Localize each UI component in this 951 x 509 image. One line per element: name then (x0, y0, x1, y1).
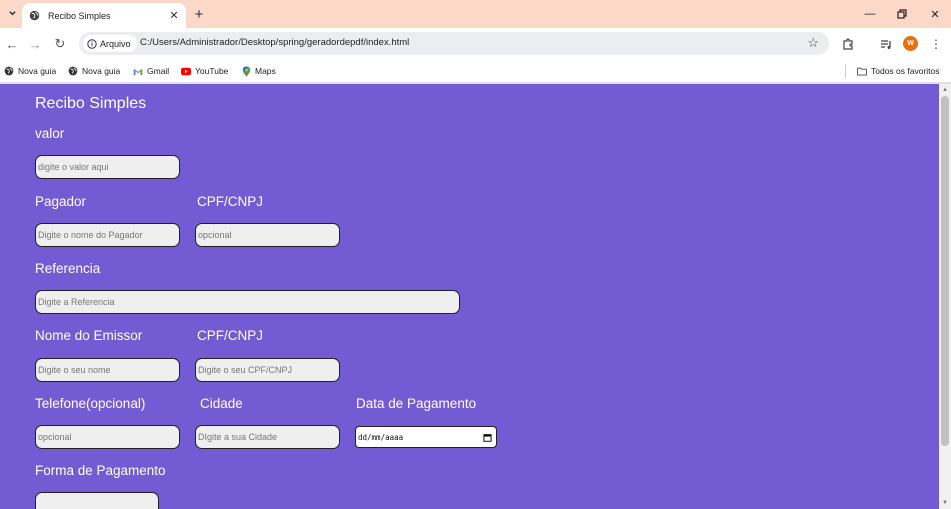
scroll-up-icon[interactable]: ▲ (941, 86, 949, 94)
restore-icon[interactable] (892, 5, 912, 23)
reload-icon[interactable]: ↻ (50, 34, 70, 54)
bookmark-label: Nova guia (82, 66, 121, 76)
gmail-icon (133, 66, 143, 76)
cidade-label: Cidade (200, 396, 243, 411)
toolbar: ← → ↻ Arquivo C:/Users/Administrador/Des… (0, 28, 951, 59)
page-scrollbar[interactable]: ▲ ▼ (939, 84, 951, 509)
pagador-input[interactable] (35, 223, 180, 247)
data-pagamento-label: Data de Pagamento (356, 396, 477, 411)
referencia-input[interactable] (35, 290, 460, 314)
youtube-icon (181, 66, 191, 76)
maps-icon (241, 65, 251, 77)
forma-pagamento-label: Forma de Pagamento (35, 463, 166, 478)
menu-kebab-icon[interactable]: ⋮ (926, 34, 946, 54)
tab-title: Recibo Simples (48, 10, 111, 21)
bookmark-nova-guia-1[interactable]: Nova guia (4, 63, 56, 79)
emissor-cpf-input[interactable] (195, 358, 340, 382)
extensions-icon[interactable] (838, 34, 858, 54)
globe-icon (29, 10, 40, 21)
bookmark-gmail[interactable]: Gmail (133, 63, 169, 79)
profile-avatar[interactable]: W (903, 36, 918, 51)
valor-input[interactable] (35, 155, 180, 179)
bookmark-label: YouTube (195, 66, 229, 76)
page-content: Recibo Simples valor Pagador CPF/CNPJ Re… (0, 84, 939, 509)
forma-pagamento-select[interactable] (35, 492, 159, 509)
new-tab-icon[interactable]: + (190, 5, 208, 23)
close-tab-icon[interactable]: ✕ (167, 9, 181, 23)
bookmarks-divider (845, 65, 846, 78)
url-text[interactable]: C:/Users/Administrador/Desktop/spring/ge… (140, 37, 409, 48)
info-icon (87, 38, 97, 49)
telefone-input[interactable] (35, 425, 180, 449)
forward-icon[interactable]: → (25, 34, 45, 54)
all-favorites-folder[interactable]: Todos os favoritos (857, 63, 940, 79)
close-window-icon[interactable]: ✕ (925, 5, 945, 23)
tab-search-icon[interactable] (3, 4, 21, 22)
media-queue-icon[interactable] (876, 34, 896, 54)
page-title: Recibo Simples (35, 95, 147, 112)
favorites-label: Todos os favoritos (871, 66, 940, 76)
emissor-cpf-label: CPF/CNPJ (197, 328, 264, 343)
pagador-cpf-label: CPF/CNPJ (197, 194, 264, 209)
site-info-label: Arquivo (100, 38, 131, 49)
valor-label: valor (35, 126, 65, 141)
tab-strip: Recibo Simples ✕ + — ✕ (0, 0, 951, 28)
bookmark-label: Gmail (147, 66, 170, 76)
site-info-chip[interactable]: Arquivo (83, 35, 137, 52)
address-bar[interactable]: Arquivo C:/Users/Administrador/Desktop/s… (79, 32, 829, 55)
calendar-icon[interactable] (483, 433, 492, 442)
telefone-label: Telefone(opcional) (35, 396, 146, 411)
back-icon[interactable]: ← (2, 34, 22, 54)
bookmark-nova-guia-2[interactable]: Nova guia (68, 63, 120, 79)
bookmark-star-icon[interactable]: ☆ (807, 35, 819, 51)
minimize-icon[interactable]: — (860, 5, 880, 23)
scroll-thumb[interactable] (941, 96, 949, 446)
scroll-down-icon[interactable]: ▼ (941, 499, 949, 507)
data-pagamento-input[interactable]: dd/mm/aaaa (355, 426, 497, 448)
bookmark-maps[interactable]: Maps (241, 63, 276, 79)
folder-icon (857, 66, 867, 76)
cidade-input[interactable] (195, 425, 340, 449)
bookmark-youtube[interactable]: YouTube (181, 63, 228, 79)
tab-recibo-simples[interactable]: Recibo Simples ✕ (22, 3, 186, 28)
pagador-cpf-input[interactable] (195, 223, 340, 247)
emissor-label: Nome do Emissor (35, 328, 143, 343)
referencia-label: Referencia (35, 261, 101, 276)
emissor-input[interactable] (35, 358, 180, 382)
date-value: dd/mm/aaaa (358, 432, 404, 442)
bookmarks-bar: Nova guia Nova guia Gmail YouTube Maps T… (0, 59, 951, 83)
globe-icon (4, 66, 14, 76)
bookmark-label: Nova guia (18, 66, 57, 76)
bookmark-label: Maps (255, 66, 276, 76)
pagador-label: Pagador (35, 194, 87, 209)
globe-icon (68, 66, 78, 76)
